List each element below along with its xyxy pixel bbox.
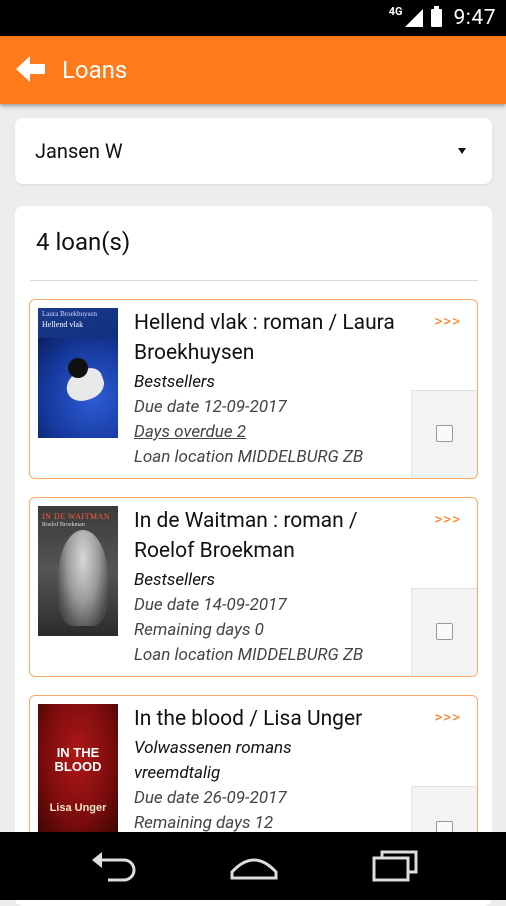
back-arrow-icon [16, 56, 45, 82]
days-overdue: Days overdue 2 [134, 422, 247, 442]
back-button[interactable] [14, 54, 48, 84]
navigation-bar [0, 832, 506, 900]
loan-details: Volwassenen romans vreemdtalig Due date … [134, 736, 364, 836]
cover-wing-shape [58, 530, 108, 626]
cover-dark-shape [68, 358, 88, 378]
loan-location: Loan location MIDDELBURG ZB [134, 645, 364, 665]
due-date: Due date 14-09-2017 [134, 595, 287, 615]
loan-details: Bestsellers Due date 14-09-2017 Remainin… [134, 568, 414, 668]
select-area[interactable] [411, 390, 477, 478]
network-type-label: 4G [388, 4, 403, 18]
signal-icon [404, 9, 423, 27]
loan-location: Loan location MIDDELBURG ZB [134, 447, 364, 467]
book-category: Volwassenen romans vreemdtalig [134, 738, 292, 783]
divider [30, 280, 478, 281]
book-category: Bestsellers [134, 570, 216, 590]
cover-author-text: Roelof Broekman [42, 522, 85, 528]
status-bar: 4G 9:47 [0, 0, 506, 36]
cover-title-text: IN THE BLOOD [54, 745, 102, 774]
cover-author-text: Laura Broekhuysen [42, 310, 98, 318]
user-select-value: Jansen W [35, 139, 123, 163]
nav-recents-icon[interactable] [370, 848, 420, 884]
book-cover-image: Laura Broekhuysen Hellend vlak [38, 308, 118, 438]
loans-card: 4 loan(s) Laura Broekhuysen Hellend vlak… [15, 206, 492, 906]
loan-checkbox[interactable] [436, 623, 453, 640]
more-link[interactable]: >>> [434, 510, 461, 528]
loan-item[interactable]: Laura Broekhuysen Hellend vlak Hellend v… [29, 299, 478, 479]
loans-count: 4 loan(s) [36, 228, 131, 256]
book-title: In de Waitman : roman / Roelof Broekman [134, 509, 358, 563]
remaining-days: Remaining days 0 [134, 620, 264, 640]
loan-checkbox[interactable] [436, 425, 453, 442]
book-title: In the blood / Lisa Unger [134, 707, 363, 731]
loan-details: Bestsellers Due date 12-09-2017 Days ove… [134, 370, 414, 470]
select-area[interactable] [411, 588, 477, 676]
due-date: Due date 26-09-2017 [134, 788, 287, 808]
nav-back-icon[interactable] [88, 848, 138, 884]
book-title: Hellend vlak : roman / Laura Broekhuysen [134, 311, 395, 365]
action-bar: Loans [0, 36, 506, 104]
page-title: Loans [62, 56, 128, 84]
due-date: Due date 12-09-2017 [134, 397, 287, 417]
loan-item[interactable]: IN DE WAITMAN Roelof Broekman In de Wait… [29, 497, 478, 677]
nav-home-icon[interactable] [228, 848, 280, 884]
cover-author-text: Lisa Unger [49, 802, 107, 814]
user-select[interactable]: Jansen W [15, 118, 492, 184]
dropdown-caret-icon [458, 148, 466, 154]
cover-title-text: IN DE WAITMAN [42, 512, 111, 521]
clock: 9:47 [453, 6, 496, 30]
book-cover-image: IN THE BLOOD Lisa Unger [38, 704, 118, 834]
cover-title-text: Hellend vlak [42, 320, 84, 329]
more-link[interactable]: >>> [434, 708, 461, 726]
book-cover-image: IN DE WAITMAN Roelof Broekman [38, 506, 118, 636]
battery-icon [430, 6, 442, 27]
more-link[interactable]: >>> [434, 312, 461, 330]
book-category: Bestsellers [134, 372, 216, 392]
